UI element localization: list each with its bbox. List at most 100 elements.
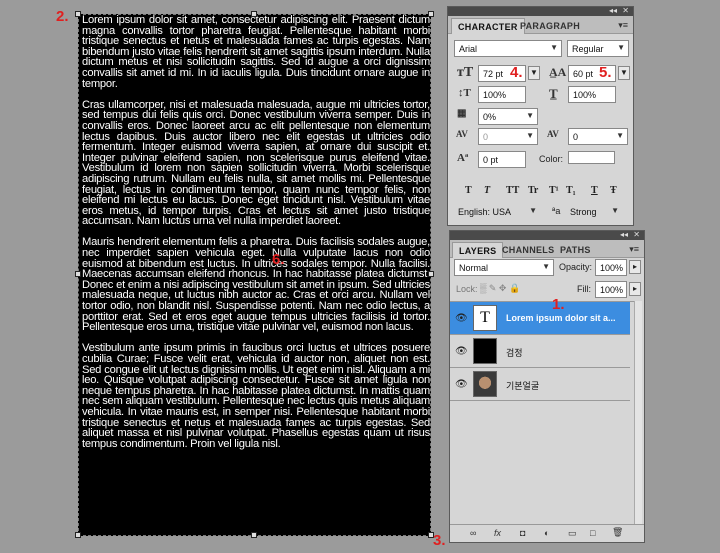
fill-input[interactable]: 100% [595,281,627,298]
opacity-value: 100% [600,263,624,273]
underline-button[interactable]: T [591,185,598,196]
font-size-dropdown[interactable]: ▼ [528,66,540,80]
layer-row-black[interactable]: 👁 검정 [450,335,630,368]
blend-mode-select[interactable]: Normal ▼ [454,259,554,276]
lock-icons[interactable]: ▒ ✎ ✥ 🔒 [480,283,520,294]
language-select[interactable]: English: USA ▼ [454,204,540,221]
chevron-down-icon: ▼ [617,43,625,52]
faux-bold-button[interactable]: T [465,185,472,196]
chevron-down-icon: ▼ [542,262,550,271]
step-marker-1: 1. [552,296,565,313]
close-icon[interactable]: ✕ [622,6,629,15]
faux-italic-button[interactable]: T [484,185,490,196]
fill-dropdown[interactable]: ▸ [629,282,641,296]
character-panel-titlebar: ◂◂ ✕ [448,6,633,16]
layer-row-text[interactable]: 👁 T Lorem ipsum dolor sit a... [450,302,630,335]
layer-name[interactable]: 검정 [506,346,523,359]
vertical-scale-value: 100% [483,90,507,100]
layers-tabs: LAYERS CHANNELS PATHS ▾≡ [450,240,644,258]
panel-menu-icon[interactable]: ▾≡ [618,20,628,31]
antialias-select[interactable]: Strong ▼ [566,204,622,221]
bbox-handle-bl[interactable] [75,532,81,538]
step-marker-3: 3. [433,532,446,549]
step-marker-6: 6. [272,251,285,268]
delete-layer-icon[interactable]: 🗑 [612,527,623,538]
layers-panel-titlebar: ◂◂ ✕ [450,230,644,240]
horizontal-scale-input[interactable]: 100% [568,86,616,103]
language-value: English: USA [458,207,512,217]
kerning-select[interactable]: 0 ▼ [478,128,538,145]
chevron-down-icon: ▼ [529,206,537,215]
tab-channels[interactable]: CHANNELS [496,242,560,258]
tab-paths[interactable]: PATHS [554,242,597,258]
text-layer-thumbnail: T [473,305,497,331]
fill-label: Fill: [577,284,591,294]
layer-row-face[interactable]: 👁 기본얼굴 [450,368,630,401]
superscript-button[interactable]: T¹ [549,185,559,196]
font-size-icon: ᴛT [457,65,474,80]
bbox-handle-mr[interactable] [428,271,434,277]
bbox-handle-bm[interactable] [251,532,257,538]
layer-mask-icon[interactable]: ◘ [520,528,525,538]
eye-icon[interactable]: 👁 [455,313,468,324]
opacity-dropdown[interactable]: ▸ [629,260,641,274]
collapse-icon[interactable]: ◂◂ [609,6,617,15]
bbox-handle-tl[interactable] [75,11,81,17]
text-canvas[interactable]: Lorem ipsum dolor sit amet, consectetur … [78,14,431,536]
chevron-down-icon: ▼ [616,131,624,140]
baseline-shift-value: 0 pt [483,155,499,165]
link-layers-icon[interactable]: ∞ [470,528,476,538]
subscript-button[interactable]: T₁ [566,185,576,196]
layer-style-icon[interactable]: fx [494,528,501,538]
text-color-swatch[interactable] [568,151,615,164]
canvas-paragraph-2: Cras ullamcorper, nisi et malesuada male… [82,98,430,228]
bbox-handle-tm[interactable] [251,11,257,17]
opacity-label: Opacity: [559,262,593,272]
layer-name[interactable]: Lorem ipsum dolor sit a... [506,313,616,323]
chevron-down-icon: ▼ [611,206,619,215]
panel-menu-icon[interactable]: ▾≡ [629,244,639,255]
layer-name[interactable]: 기본얼굴 [506,379,539,392]
small-caps-button[interactable]: Tr [528,185,538,196]
vertical-scale-icon: ↕T [458,87,471,99]
eye-icon[interactable]: 👁 [455,379,468,390]
kerning-value: 0 [483,132,489,142]
close-icon[interactable]: ✕ [633,230,640,239]
fill-value: 100% [600,285,624,295]
color-label: Color: [539,154,564,164]
layers-scrollbar[interactable] [634,301,642,525]
kerning-icon: AV [456,129,468,139]
eye-icon[interactable]: 👁 [455,346,468,357]
vertical-scale-input[interactable]: 100% [478,86,526,103]
step-marker-4: 4. [510,64,523,81]
leading-dropdown[interactable]: ▼ [618,66,630,80]
layers-list: 👁 T Lorem ipsum dolor sit a... 👁 검정 👁 기본… [450,296,634,525]
tsume-value: 0% [483,112,497,122]
canvas-text-block[interactable]: Lorem ipsum dolor sit amet, consectetur … [82,15,430,460]
adjustment-layer-icon[interactable]: ◐ [544,528,549,538]
face-layer-thumbnail [473,371,497,397]
font-style-select[interactable]: Regular ▼ [567,40,629,57]
lock-label: Lock: [456,284,478,294]
antialias-icon: ªa [552,206,561,216]
collapse-icon[interactable]: ◂◂ [620,230,628,239]
leading-icon: A̲A [549,65,567,79]
bbox-handle-ml[interactable] [75,271,81,277]
tracking-icon: AV [547,129,559,139]
baseline-shift-input[interactable]: 0 pt [478,151,526,168]
tsume-select[interactable]: 0% ▼ [478,108,538,125]
antialias-value: Strong [570,207,597,217]
font-family-value: Arial [459,44,478,54]
new-group-icon[interactable]: ▭ [568,528,577,539]
layers-footer: ∞ fx ◘ ◐ ▭ □ 🗑 [450,524,644,542]
tab-paragraph[interactable]: PARAGRAPH [514,18,586,34]
tracking-value: 0 [573,132,579,142]
opacity-input[interactable]: 100% [595,259,627,276]
new-layer-icon[interactable]: □ [590,528,595,538]
tracking-select[interactable]: 0 ▼ [568,128,628,145]
bbox-handle-tr[interactable] [428,11,434,17]
strikethrough-button[interactable]: Ŧ [610,185,617,196]
font-style-value: Regular [572,44,604,54]
font-family-select[interactable]: Arial ▼ [454,40,562,57]
all-caps-button[interactable]: TT [506,185,519,196]
